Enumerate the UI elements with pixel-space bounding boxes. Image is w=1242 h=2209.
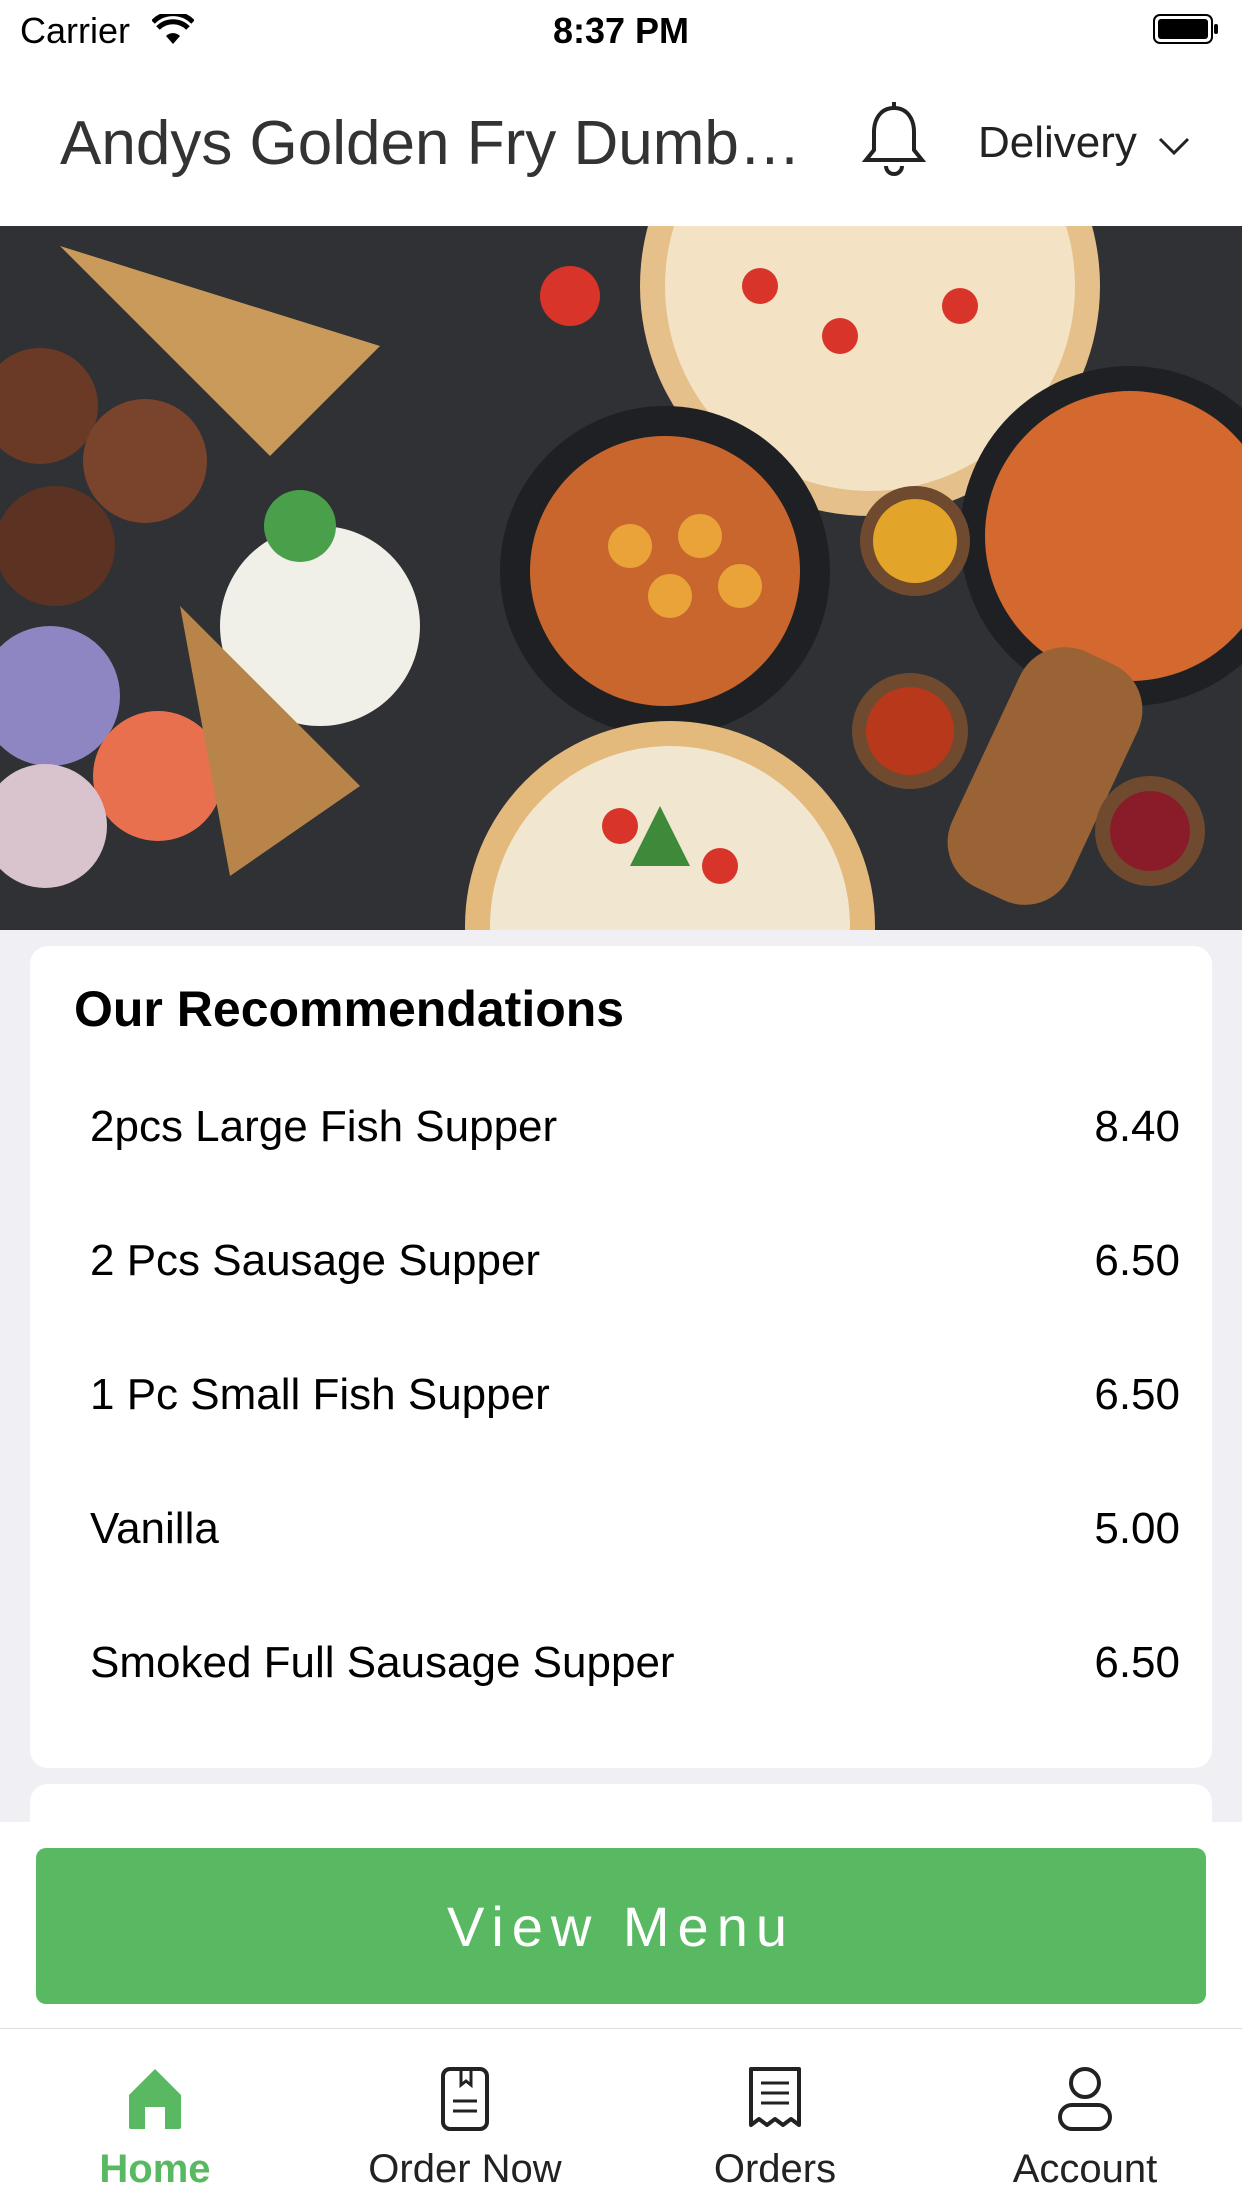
restaurant-title: Andys Golden Fry Dumba... xyxy=(60,109,820,178)
menu-book-icon xyxy=(441,2067,489,2131)
tab-orders[interactable]: Orders xyxy=(620,2029,930,2209)
tab-account[interactable]: Account xyxy=(930,2029,1240,2209)
item-name: Smoked Full Sausage Supper xyxy=(90,1638,675,1687)
recommendation-item[interactable]: Smoked Full Sausage Supper 6.50 xyxy=(90,1638,1180,1698)
tab-label: Home xyxy=(99,2147,211,2191)
chevron-down-icon[interactable] xyxy=(1158,136,1190,156)
home-icon xyxy=(129,2069,181,2129)
tab-label: Orders xyxy=(713,2147,837,2191)
item-name: 1 Pc Small Fish Supper xyxy=(90,1370,550,1419)
hero-food-banner xyxy=(0,226,1242,930)
recommendation-item[interactable]: 2pcs Large Fish Supper 8.40 xyxy=(90,1102,1180,1162)
battery-icon xyxy=(1153,14,1218,44)
recommendation-item[interactable]: 2 Pcs Sausage Supper 6.50 xyxy=(90,1236,1180,1296)
item-price: 5.00 xyxy=(1094,1504,1180,1553)
tab-order-now[interactable]: Order Now xyxy=(310,2029,620,2209)
food-illustration xyxy=(0,226,1242,930)
item-price: 6.50 xyxy=(1094,1370,1180,1419)
receipt-icon xyxy=(749,2067,801,2127)
item-name: Vanilla xyxy=(90,1504,219,1553)
tab-label: Order Now xyxy=(368,2147,562,2191)
item-price: 8.40 xyxy=(1094,1102,1180,1151)
user-icon xyxy=(1058,2067,1112,2131)
status-time: 8:37 PM xyxy=(552,10,690,51)
tab-label: Account xyxy=(1012,2147,1158,2191)
header: Andys Golden Fry Dumba... Delivery xyxy=(0,60,1242,226)
item-name: 2pcs Large Fish Supper xyxy=(90,1102,558,1151)
item-price: 6.50 xyxy=(1094,1638,1180,1687)
item-price: 6.50 xyxy=(1094,1236,1180,1285)
tab-home[interactable]: Home xyxy=(0,2029,310,2209)
item-name: 2 Pcs Sausage Supper xyxy=(90,1236,541,1285)
recommendation-item[interactable]: Vanilla 5.00 xyxy=(90,1504,1180,1564)
tab-bar: Home Order Now Orders Account xyxy=(0,2028,1242,2209)
view-menu-button[interactable]: View Menu xyxy=(36,1848,1206,2004)
delivery-selector[interactable]: Delivery xyxy=(978,118,1137,168)
recommendations-title: Our Recommendations xyxy=(74,981,625,1037)
recommendations-card: Our Recommendations 2pcs Large Fish Supp… xyxy=(30,946,1212,1768)
recommendation-item[interactable]: 1 Pc Small Fish Supper 6.50 xyxy=(90,1370,1180,1430)
bell-icon[interactable] xyxy=(862,100,926,180)
status-bar: Carrier 8:37 PM xyxy=(0,0,1242,60)
